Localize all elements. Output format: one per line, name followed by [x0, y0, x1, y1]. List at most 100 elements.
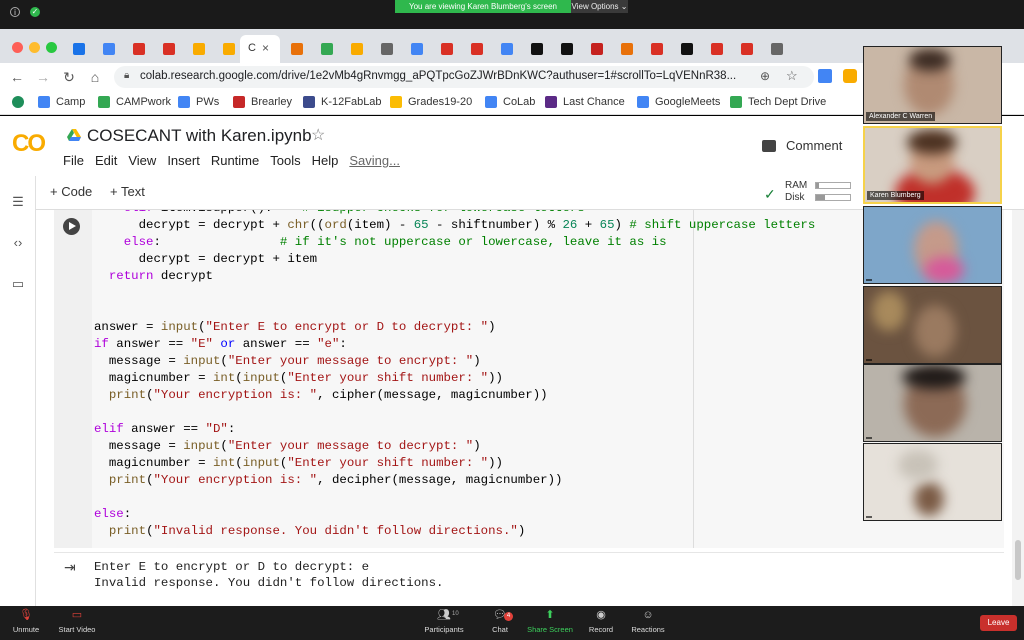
- scrollbar-thumb[interactable]: [1015, 540, 1021, 580]
- active-tab-label: C: [248, 42, 256, 54]
- browser-tab[interactable]: [404, 36, 430, 62]
- reactions-icon: ☺: [642, 609, 654, 621]
- bookmark-item[interactable]: K-12FabLab: [303, 96, 382, 108]
- bookmark-icon: [98, 96, 110, 108]
- files-folder-icon[interactable]: ▭: [10, 276, 26, 292]
- bookmark-item[interactable]: Last Chance: [545, 96, 625, 108]
- reload-icon[interactable]: ↻: [60, 68, 78, 86]
- menu-runtime[interactable]: Runtime: [211, 153, 259, 168]
- forward-arrow-icon[interactable]: →: [34, 68, 52, 86]
- browser-tab[interactable]: [216, 36, 242, 62]
- bookmark-item[interactable]: CoLab: [485, 96, 535, 108]
- close-window-button[interactable]: [12, 42, 23, 53]
- bookmark-item[interactable]: CAMPwork: [98, 96, 171, 108]
- browser-tab[interactable]: [314, 36, 340, 62]
- bookmark-item[interactable]: Tech Dept Drive: [730, 96, 826, 108]
- bookmark-item[interactable]: GoogleMeets: [637, 96, 720, 108]
- bookmark-item[interactable]: PWs: [178, 96, 219, 108]
- browser-tab[interactable]: [434, 36, 460, 62]
- browser-tab[interactable]: [554, 36, 580, 62]
- participants-count: 10: [452, 611, 459, 617]
- browser-tab[interactable]: [584, 36, 610, 62]
- browser-tab[interactable]: [494, 36, 520, 62]
- participant-hair: [907, 130, 957, 154]
- menu-tools[interactable]: Tools: [270, 153, 300, 168]
- video-tile[interactable]: [863, 364, 1002, 442]
- browser-tab[interactable]: [704, 36, 730, 62]
- tab-favicon-icon: [681, 43, 693, 55]
- output-icon[interactable]: ⇥: [64, 559, 76, 576]
- menu-view[interactable]: View: [128, 153, 156, 168]
- table-of-contents-icon[interactable]: ☰: [10, 194, 26, 210]
- start-video-button[interactable]: ▭ Start Video: [47, 609, 107, 634]
- record-icon: ◉: [596, 609, 606, 621]
- menu-help[interactable]: Help: [312, 153, 339, 168]
- video-tile[interactable]: [863, 286, 1002, 364]
- browser-tab[interactable]: [734, 36, 760, 62]
- leave-button[interactable]: Leave: [980, 615, 1017, 631]
- colab-logo[interactable]: CO: [12, 130, 46, 158]
- browser-tab[interactable]: [674, 36, 700, 62]
- bookmark-label: Brearley: [251, 96, 292, 108]
- browser-tab[interactable]: [284, 36, 310, 62]
- star-icon[interactable]: ☆: [311, 125, 325, 145]
- browser-tab[interactable]: [614, 36, 640, 62]
- close-tab-icon[interactable]: ×: [262, 41, 269, 55]
- disk-usage-fill: [816, 195, 825, 200]
- tab-favicon-icon: [531, 43, 543, 55]
- bookmark-item[interactable]: Camp: [38, 96, 85, 108]
- add-text-button[interactable]: + Text: [110, 184, 145, 199]
- run-cell-button[interactable]: [63, 218, 80, 235]
- video-tile[interactable]: [863, 206, 1002, 284]
- add-code-button[interactable]: + Code: [50, 184, 92, 199]
- back-arrow-icon[interactable]: ←: [8, 68, 26, 86]
- extension-icon[interactable]: [843, 69, 857, 83]
- info-icon[interactable]: i: [10, 7, 20, 17]
- saving-status[interactable]: Saving...: [349, 153, 400, 168]
- video-tile-active-speaker[interactable]: Karen Blumberg: [863, 126, 1002, 204]
- apps-icon[interactable]: [12, 96, 24, 108]
- bookmark-item[interactable]: Brearley: [233, 96, 292, 108]
- shield-icon[interactable]: ✓: [30, 7, 40, 17]
- menu-file[interactable]: File: [63, 153, 84, 168]
- maximize-window-button[interactable]: [46, 42, 57, 53]
- bookmark-star-icon[interactable]: ☆: [786, 68, 798, 84]
- address-bar[interactable]: 🔒︎ colab.research.google.com/drive/1e2vM…: [114, 66, 814, 88]
- browser-tab[interactable]: [66, 36, 92, 62]
- browser-tab[interactable]: [186, 36, 212, 62]
- browser-tab[interactable]: [644, 36, 670, 62]
- browser-tab[interactable]: [374, 36, 400, 62]
- drive-icon[interactable]: [67, 129, 81, 141]
- menu-edit[interactable]: Edit: [95, 153, 117, 168]
- bookmark-item[interactable]: Grades19-20: [390, 96, 472, 108]
- minimize-window-button[interactable]: [29, 42, 40, 53]
- code-snippets-icon[interactable]: ‹›: [10, 235, 26, 251]
- browser-tab[interactable]: [524, 36, 550, 62]
- tab-favicon-icon: [771, 43, 783, 55]
- browser-tab[interactable]: [764, 36, 790, 62]
- browser-tab[interactable]: [126, 36, 152, 62]
- resource-labels[interactable]: RAM Disk: [785, 180, 807, 204]
- browser-tab[interactable]: [344, 36, 370, 62]
- scrollbar[interactable]: [1012, 210, 1024, 606]
- participant-name: [866, 437, 872, 439]
- video-tile[interactable]: Alexander C Warren: [863, 46, 1002, 124]
- participants-button[interactable]: 👥︎ Participants: [414, 609, 474, 634]
- extension-share-icon[interactable]: [818, 69, 832, 83]
- browser-tab[interactable]: [464, 36, 490, 62]
- notebook-title[interactable]: COSECANT with Karen.ipynb: [87, 126, 312, 146]
- menu-insert[interactable]: Insert: [167, 153, 200, 168]
- zoom-icon[interactable]: ⊕: [760, 69, 770, 83]
- view-options-button[interactable]: View Options ⌄: [571, 0, 628, 13]
- browser-tab[interactable]: [96, 36, 122, 62]
- share-screen-label: Share Screen: [527, 625, 573, 634]
- home-icon[interactable]: ⌂: [86, 68, 104, 86]
- reactions-button[interactable]: ☺ Reactions: [618, 609, 678, 634]
- code-editor[interactable]: elif item.isupper(): # isupper checks fo…: [94, 210, 815, 540]
- comment-button[interactable]: Comment: [762, 138, 842, 153]
- active-tab[interactable]: C ×: [240, 35, 280, 63]
- connected-check-icon: ✓: [764, 186, 776, 202]
- video-tile[interactable]: [863, 443, 1002, 521]
- browser-tab[interactable]: [156, 36, 182, 62]
- tab-favicon-icon: [501, 43, 513, 55]
